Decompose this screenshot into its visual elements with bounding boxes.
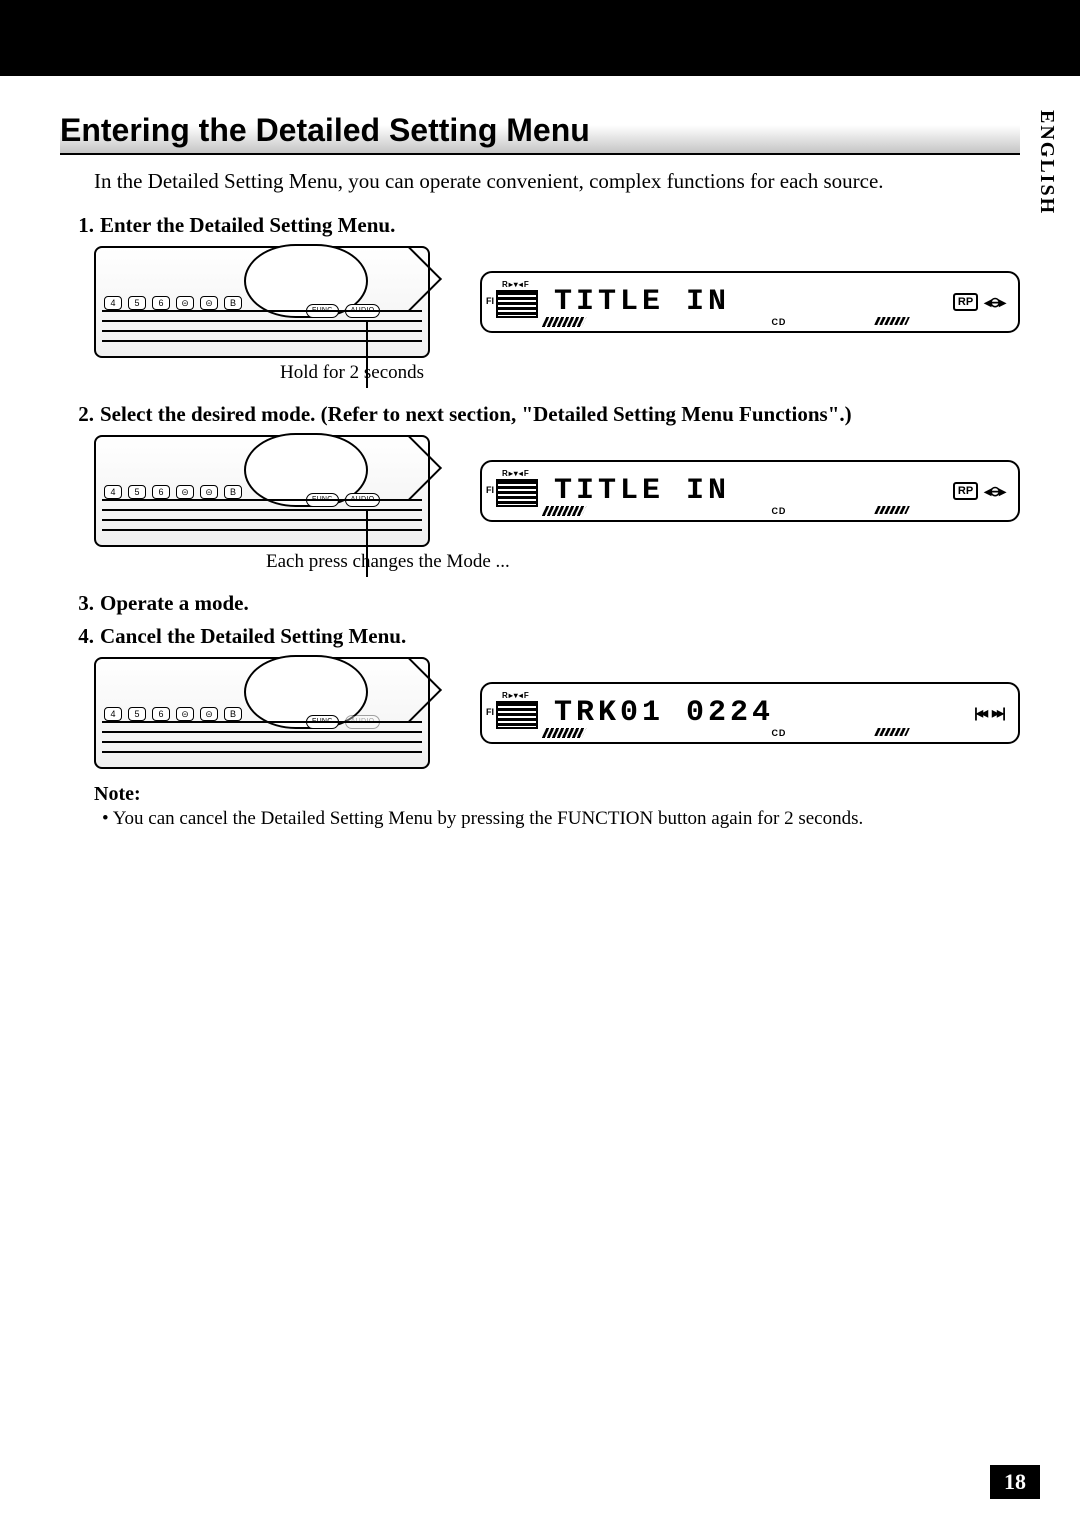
lcd-main-text: TRK01 0224 bbox=[546, 696, 1004, 730]
spectrum-bars-icon bbox=[542, 506, 587, 516]
bezel-lines bbox=[102, 310, 422, 350]
intro-paragraph: In the Detailed Setting Menu, you can op… bbox=[94, 167, 1020, 195]
language-tab: ENGLISH bbox=[1035, 110, 1058, 215]
btn-oval: ⊝ bbox=[200, 296, 218, 310]
btn-4: 4 bbox=[104, 296, 122, 310]
eq-dial-icon bbox=[496, 290, 538, 318]
btn-oval: ⊝ bbox=[200, 485, 218, 499]
lcd-right-icons: |◂◂ ▸▸| bbox=[974, 705, 1004, 722]
repeat-indicator: RP bbox=[953, 293, 978, 311]
preset-buttons: 4 5 6 ⊝ ⊝ B bbox=[104, 707, 242, 721]
step-text: Cancel the Detailed Setting Menu. bbox=[100, 624, 1020, 649]
note-heading: Note: bbox=[94, 783, 1020, 806]
nav-indicator: ◂⊖▸ bbox=[984, 294, 1004, 311]
pointer-line bbox=[366, 509, 368, 577]
lcd-display: R▸▾◂F FI TRK01 0224 CD |◂◂ ▸▸| bbox=[480, 682, 1020, 744]
pointer-line bbox=[366, 320, 368, 388]
balance-indicator: R▸▾◂F bbox=[502, 280, 530, 289]
section-title: Entering the Detailed Setting Menu bbox=[60, 110, 1020, 153]
section-rule: Entering the Detailed Setting Menu bbox=[60, 110, 1020, 155]
btn-b: B bbox=[224, 296, 242, 310]
btn-5: 5 bbox=[128, 296, 146, 310]
spectrum-bars-icon bbox=[874, 728, 910, 736]
btn-4: 4 bbox=[104, 707, 122, 721]
fi-label: FI bbox=[486, 485, 494, 495]
step-text: Enter the Detailed Setting Menu. bbox=[100, 213, 1020, 238]
repeat-indicator: RP bbox=[953, 482, 978, 500]
figure-caption-2: Each press changes the Mode ... bbox=[94, 551, 1020, 573]
step-number: 2. bbox=[60, 402, 100, 427]
lcd-display: R▸▾◂F FI TITLE IN CD RP ◂⊖▸ bbox=[480, 460, 1020, 522]
fi-label: FI bbox=[486, 296, 494, 306]
step-3: 3. Operate a mode. bbox=[60, 591, 1020, 616]
spectrum-bars-icon bbox=[874, 506, 910, 514]
eq-dial-icon bbox=[496, 479, 538, 507]
spectrum-bars-icon bbox=[542, 728, 587, 738]
btn-b: B bbox=[224, 485, 242, 499]
nav-indicator: ◂⊖▸ bbox=[984, 483, 1004, 500]
preset-buttons: 4 5 6 ⊝ ⊝ B bbox=[104, 296, 242, 310]
cd-indicator: CD bbox=[771, 317, 786, 327]
figure-row-1: 4 5 6 ⊝ ⊝ B FUNC AUDIO R▸▾◂F FI bbox=[94, 246, 1020, 358]
page-content: Entering the Detailed Setting Menu In th… bbox=[60, 110, 1020, 830]
arrow-right-icon bbox=[442, 690, 468, 736]
lcd-left-cluster: R▸▾◂F FI bbox=[496, 693, 546, 733]
lcd-right-icons: RP ◂⊖▸ bbox=[953, 482, 1004, 500]
btn-4: 4 bbox=[104, 485, 122, 499]
manual-page: ENGLISH Entering the Detailed Setting Me… bbox=[0, 0, 1080, 1533]
device-illustration: 4 5 6 ⊝ ⊝ B FUNC AUDIO bbox=[94, 657, 430, 769]
step-number: 3. bbox=[60, 591, 100, 616]
step-number: 4. bbox=[60, 624, 100, 649]
btn-oval: ⊝ bbox=[200, 707, 218, 721]
arrow-right-icon bbox=[442, 279, 468, 325]
btn-oval: ⊝ bbox=[176, 296, 194, 310]
fi-label: FI bbox=[486, 707, 494, 717]
header-blackbar bbox=[0, 0, 1080, 76]
lcd-main-text: TITLE IN bbox=[546, 474, 1004, 508]
next-track-icon: ▸▸| bbox=[992, 705, 1004, 722]
btn-b: B bbox=[224, 707, 242, 721]
step-1: 1. Enter the Detailed Setting Menu. bbox=[60, 213, 1020, 238]
btn-5: 5 bbox=[128, 485, 146, 499]
cd-indicator: CD bbox=[771, 506, 786, 516]
btn-5: 5 bbox=[128, 707, 146, 721]
step-2: 2. Select the desired mode. (Refer to ne… bbox=[60, 402, 1020, 427]
spectrum-bars-icon bbox=[542, 317, 587, 327]
balance-indicator: R▸▾◂F bbox=[502, 691, 530, 700]
lcd-left-cluster: R▸▾◂F FI bbox=[496, 471, 546, 511]
note-item: You can cancel the Detailed Setting Menu… bbox=[102, 808, 1020, 830]
figure-row-3: 4 5 6 ⊝ ⊝ B FUNC AUDIO R▸▾◂F FI bbox=[94, 657, 1020, 769]
device-illustration: 4 5 6 ⊝ ⊝ B FUNC AUDIO bbox=[94, 435, 430, 547]
lcd-main-text: TITLE IN bbox=[546, 285, 1004, 319]
btn-6: 6 bbox=[152, 485, 170, 499]
step-number: 1. bbox=[60, 213, 100, 238]
btn-oval: ⊝ bbox=[176, 707, 194, 721]
btn-oval: ⊝ bbox=[176, 485, 194, 499]
figure-caption-1: Hold for 2 seconds bbox=[94, 362, 1020, 384]
step-text: Select the desired mode. (Refer to next … bbox=[100, 402, 1020, 427]
lcd-display: R▸▾◂F FI TITLE IN CD RP ◂⊖▸ bbox=[480, 271, 1020, 333]
balance-indicator: R▸▾◂F bbox=[502, 469, 530, 478]
device-illustration: 4 5 6 ⊝ ⊝ B FUNC AUDIO bbox=[94, 246, 430, 358]
lcd-right-icons: RP ◂⊖▸ bbox=[953, 293, 1004, 311]
preset-buttons: 4 5 6 ⊝ ⊝ B bbox=[104, 485, 242, 499]
figure-row-2: 4 5 6 ⊝ ⊝ B FUNC AUDIO R▸▾◂F FI bbox=[94, 435, 1020, 547]
step-text: Operate a mode. bbox=[100, 591, 1020, 616]
lcd-left-cluster: R▸▾◂F FI bbox=[496, 282, 546, 322]
page-number: 18 bbox=[990, 1465, 1040, 1499]
arrow-right-icon bbox=[442, 468, 468, 514]
prev-track-icon: |◂◂ bbox=[974, 705, 986, 722]
bezel-lines bbox=[102, 721, 422, 761]
bezel-lines bbox=[102, 499, 422, 539]
step-4: 4. Cancel the Detailed Setting Menu. bbox=[60, 624, 1020, 649]
btn-6: 6 bbox=[152, 707, 170, 721]
btn-6: 6 bbox=[152, 296, 170, 310]
spectrum-bars-icon bbox=[874, 317, 910, 325]
cd-indicator: CD bbox=[771, 728, 786, 738]
eq-dial-icon bbox=[496, 701, 538, 729]
